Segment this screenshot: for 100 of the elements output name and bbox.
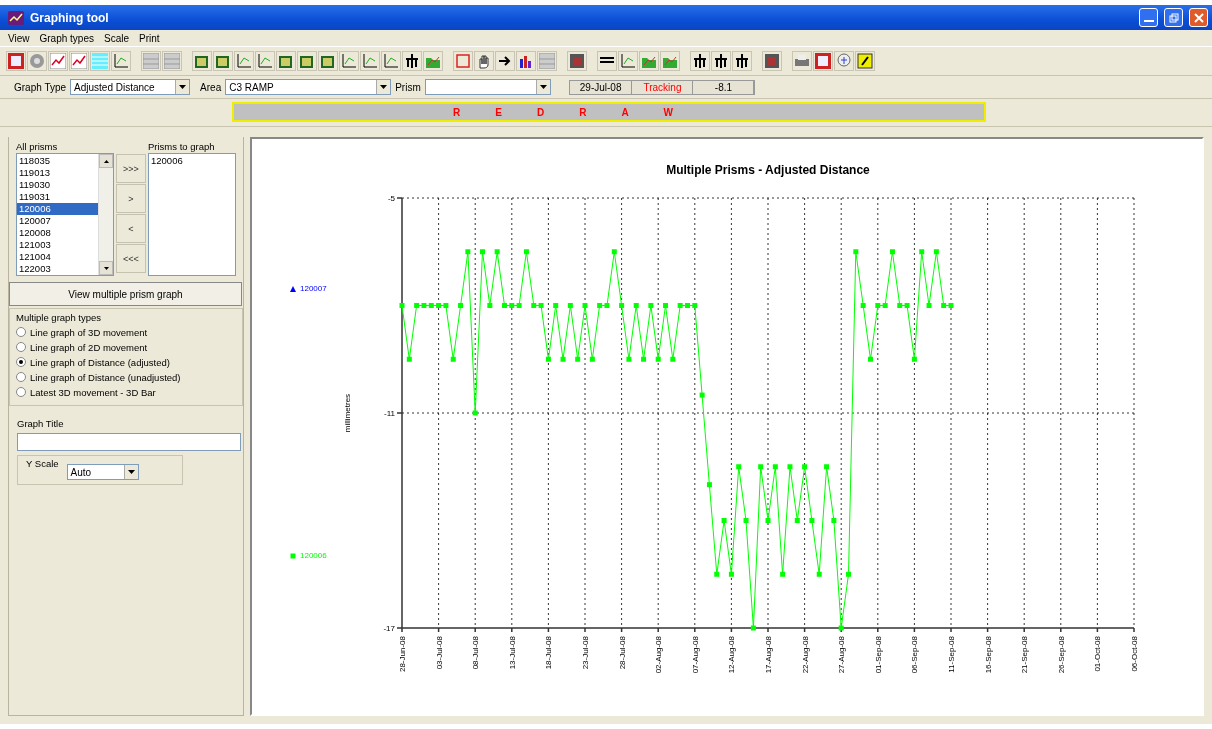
axis-tick-label: -11 xyxy=(384,409,395,418)
lines-icon xyxy=(92,53,108,69)
data-point xyxy=(472,410,478,416)
data-point xyxy=(838,625,844,631)
data-point xyxy=(860,303,866,308)
list-item[interactable]: 120006 xyxy=(17,203,98,215)
radio-button[interactable] xyxy=(16,387,26,397)
minimize-icon xyxy=(1143,19,1154,22)
data-point xyxy=(567,303,573,308)
grid-icon xyxy=(143,53,159,69)
radio-label: Line graph of Distance (adjusted) xyxy=(30,356,170,368)
graph-title-field[interactable] xyxy=(17,433,241,451)
axis-tick-label: 06-Sep-08 xyxy=(910,636,920,674)
scroll-down-icon xyxy=(103,266,109,270)
status-cell: -8.1 xyxy=(693,80,755,94)
move-button[interactable]: < xyxy=(116,214,146,243)
prism-dropdown[interactable] xyxy=(424,79,551,95)
radio-button[interactable] xyxy=(16,357,26,367)
toolbar-button[interactable] xyxy=(762,51,782,71)
toolbar-button[interactable] xyxy=(855,51,875,71)
graph-type-dropdown[interactable]: Adjusted Distance xyxy=(70,79,191,95)
data-point xyxy=(677,303,683,308)
y-scale-dropdown[interactable]: Auto xyxy=(66,464,139,480)
radio-button[interactable] xyxy=(16,342,26,352)
list-item[interactable]: 122003 xyxy=(17,263,98,275)
data-point xyxy=(545,356,551,362)
axes-icon xyxy=(257,53,273,69)
toolbar-button[interactable] xyxy=(495,51,515,71)
menu-item[interactable]: Graph types xyxy=(35,32,98,44)
list-item[interactable]: 121004 xyxy=(17,251,98,263)
close-icon xyxy=(1193,12,1204,23)
list-item[interactable]: 119030 xyxy=(17,179,98,191)
all-prisms-list[interactable]: 118035 119013 119030 119031 120006 120007 120008 121003 121004 122003 xyxy=(16,153,114,276)
data-point xyxy=(641,356,647,362)
move-button[interactable]: > xyxy=(116,184,146,213)
data-point xyxy=(816,571,822,577)
legend-label: 120006 xyxy=(300,551,327,560)
data-point xyxy=(611,249,617,255)
axis-tick-label: 26-Sep-08 xyxy=(1056,636,1066,674)
restore-icon xyxy=(1168,12,1179,23)
data-point xyxy=(911,356,917,362)
axis-tick-label: 08-Jul-08 xyxy=(471,636,481,670)
toolbar-button[interactable] xyxy=(597,51,617,71)
status-cell: Tracking xyxy=(632,80,694,94)
axis-tick-label: 01-Sep-08 xyxy=(873,636,883,674)
minimize-button[interactable] xyxy=(1139,8,1158,27)
list-item[interactable]: 120008 xyxy=(17,227,98,239)
axes-icon xyxy=(362,53,378,69)
data-point xyxy=(919,249,925,255)
axis-tick-label: 27-Aug-08 xyxy=(837,636,847,674)
grid-icon xyxy=(539,53,555,69)
data-point xyxy=(560,356,566,362)
data-point xyxy=(853,249,859,255)
menu-item[interactable]: Scale xyxy=(100,32,133,44)
data-point xyxy=(736,464,742,470)
menu-item[interactable]: View xyxy=(4,32,34,44)
data-point xyxy=(824,464,830,470)
axis-tick-label: 21-Sep-08 xyxy=(1020,636,1030,674)
restore-button[interactable] xyxy=(1164,8,1183,27)
axis-tick-label: 11-Sep-08 xyxy=(947,636,956,673)
dropdown-arrow-icon xyxy=(380,85,388,89)
axis-title: millimetres xyxy=(343,393,352,433)
data-point xyxy=(494,249,500,255)
menu-item[interactable]: Print xyxy=(135,32,164,44)
list-item[interactable]: 119031 xyxy=(17,191,98,203)
data-point xyxy=(685,303,690,308)
axes-icon xyxy=(620,53,636,69)
toolbar-button[interactable] xyxy=(516,51,536,71)
axis-tick-label: -17 xyxy=(383,624,395,633)
list-item[interactable]: 119013 xyxy=(17,167,98,179)
view-graph-button[interactable]: View multiple prism graph xyxy=(9,282,242,306)
area-dropdown[interactable]: C3 RAMP xyxy=(225,79,392,95)
list-item[interactable]: 121003 xyxy=(17,239,98,251)
radio-label: Line graph of 3D movement xyxy=(30,326,148,338)
data-point xyxy=(802,464,808,470)
list-item[interactable]: 118035 xyxy=(17,155,98,167)
hand-icon xyxy=(476,53,492,69)
list-item[interactable]: 120007 xyxy=(17,215,98,227)
axis-tick-label: 18-Jul-08 xyxy=(544,636,554,670)
printer-icon xyxy=(794,53,810,69)
dropdown-arrow-icon xyxy=(539,85,547,89)
radio-button[interactable] xyxy=(16,327,26,337)
chart-title: Multiple Prisms - Adjusted Distance xyxy=(666,163,870,177)
data-point xyxy=(582,303,588,308)
axis-tick-label: 01-Oct-08 xyxy=(1093,636,1103,672)
square-icon xyxy=(455,53,471,69)
axis-tick-label: 12-Aug-08 xyxy=(727,636,737,674)
data-point xyxy=(809,518,815,523)
prisms-to-graph-list[interactable]: 120006 xyxy=(148,153,236,276)
close-button[interactable] xyxy=(1189,8,1208,27)
list-item[interactable]: 120006 xyxy=(149,155,235,167)
toolbar-button[interactable] xyxy=(567,51,587,71)
move-button[interactable]: <<< xyxy=(116,244,146,273)
radio-button[interactable] xyxy=(16,372,26,382)
list-label: Prisms to graph xyxy=(148,141,216,153)
axis-tick-label: 02-Aug-08 xyxy=(654,636,664,674)
group-label: Multiple graph types xyxy=(16,312,103,324)
data-point xyxy=(933,249,939,255)
status-cell: 29-Jul-08 xyxy=(569,80,633,94)
move-button[interactable]: >>> xyxy=(116,154,146,183)
